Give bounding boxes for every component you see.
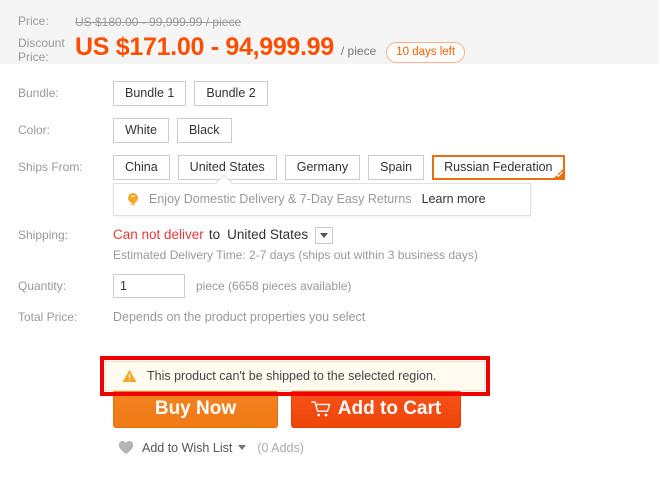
ships-from-option-germany[interactable]: Germany [284,155,361,180]
wishlist-row: Add to Wish List (0 Adds) [118,440,659,455]
bundle-option-2[interactable]: Bundle 2 [194,81,268,106]
discount-price-label-line2: Price: [18,50,49,64]
shipping-status: Can not deliver [113,227,204,242]
error-highlight-annotation [100,356,490,396]
lightbulb-icon [128,193,138,206]
ships-from-option-spain[interactable]: Spain [368,155,425,180]
original-price-row: Price: US $180.00 - 99,999.99 / piece [0,14,659,30]
days-left-badge: 10 days left [386,42,466,63]
product-attributes: Bundle: Bundle 1 Bundle 2 Color: White B… [0,65,659,326]
domestic-delivery-promo: Enjoy Domestic Delivery & 7-Day Easy Ret… [113,174,531,216]
quantity-row: Quantity: piece (6658 pieces available) [0,274,659,298]
quantity-label: Quantity: [18,279,67,293]
total-price-row: Total Price: Depends on the product prop… [0,308,659,326]
ships-from-row: Ships From: China United States Germany … [0,155,659,180]
shipping-row: Shipping: Can not deliver to United Stat… [0,226,659,263]
price-unit: / piece [340,44,377,58]
add-to-wish-list-label[interactable]: Add to Wish List [142,441,232,455]
discount-price-value-group: US $171.00 - 94,999.99 / piece 10 days l… [75,33,466,63]
shipping-estimate: Estimated Delivery Time: 2-7 days (ships… [113,248,478,262]
learn-more-link[interactable]: Learn more [422,192,486,206]
chevron-down-icon [320,232,329,238]
ships-from-option-russian-federation-label: Russian Federation [444,160,553,174]
bundle-label: Bundle: [18,86,59,100]
heart-icon[interactable] [118,440,134,455]
shopping-cart-icon [311,401,331,417]
discount-price-label-line1: Discount [18,36,65,50]
price-label: Price: [18,14,49,28]
total-price-label: Total Price: [18,310,78,324]
shipping-label: Shipping: [18,228,69,242]
shipping-to-word: to [208,227,221,242]
selected-checkmark-icon [555,171,563,178]
shipping-country-dropdown[interactable] [315,226,334,244]
price-summary-block: Price: US $180.00 - 99,999.99 / piece Di… [0,0,659,65]
shipping-status-line: Can not deliver to United States [113,226,659,244]
bundle-option-1[interactable]: Bundle 1 [113,81,187,106]
shipping-country: United States [227,227,309,242]
color-options: White Black [113,118,659,143]
ships-from-options: China United States Germany Spain Russia… [113,155,659,180]
quantity-availability-note: piece (6658 pieces available) [196,279,352,293]
bundle-options: Bundle 1 Bundle 2 [113,81,659,106]
ships-from-option-china[interactable]: China [113,155,170,180]
color-option-black[interactable]: Black [176,118,232,143]
add-to-cart-label: Add to Cart [337,398,442,419]
quantity-input[interactable] [113,274,185,298]
wishlist-count: (0 Adds) [257,440,304,455]
color-row: Color: White Black [0,118,659,143]
discount-price-value: US $171.00 - 94,999.99 [75,33,334,61]
quantity-body: piece (6658 pieces available) [113,274,659,298]
shipping-body: Can not deliver to United States Estimat… [113,226,659,263]
bundle-row: Bundle: Bundle 1 Bundle 2 [0,81,659,106]
color-label: Color: [18,123,51,137]
promo-banner: Enjoy Domestic Delivery & 7-Day Easy Ret… [113,183,531,216]
promo-text: Enjoy Domestic Delivery & 7-Day Easy Ret… [149,192,412,206]
ships-from-option-united-states[interactable]: United States [177,155,277,180]
ships-from-option-russian-federation[interactable]: Russian Federation [432,155,565,180]
total-price-value: Depends on the product properties you se… [113,310,366,324]
discount-price-label: Discount Price: [0,36,75,64]
original-price-value: US $180.00 - 99,999.99 / piece [75,15,242,29]
discount-price-row: Discount Price: US $171.00 - 94,999.99 /… [0,33,659,64]
chevron-down-icon[interactable] [238,445,247,450]
color-option-white[interactable]: White [113,118,169,143]
ships-from-label: Ships From: [18,160,83,174]
